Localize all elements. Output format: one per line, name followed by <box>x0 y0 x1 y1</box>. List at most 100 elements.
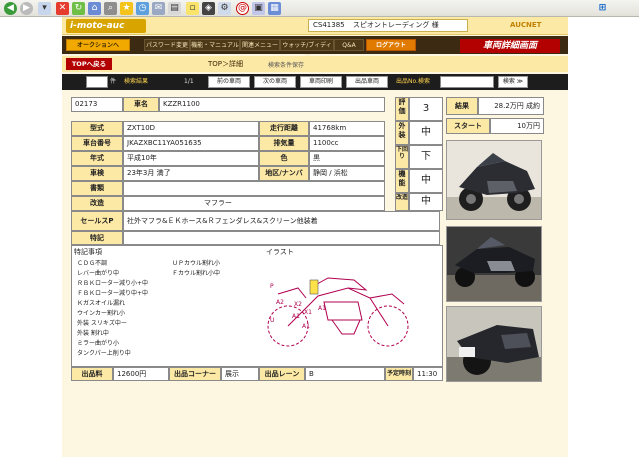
mileage-label: 走行距離 <box>259 121 309 136</box>
frame-value: JKAZXBC11YA051635 <box>123 136 259 151</box>
search-button[interactable]: 検索 ≫ <box>498 76 528 88</box>
menu-password[interactable]: パスワード変更 <box>144 39 190 51</box>
modify-value: マフラー <box>123 196 385 211</box>
menu-auction[interactable]: オークションへ <box>66 39 130 51</box>
fee-value: 12600円 <box>113 367 169 381</box>
frame-score: 下 <box>409 145 443 169</box>
search-result-link[interactable]: 検索結果 <box>124 77 148 87</box>
displacement-label: 排気量 <box>259 136 309 151</box>
remark-item: ＦＢＫローター減り中+中 <box>77 290 149 297</box>
refresh-icon[interactable]: ↻ <box>72 2 85 15</box>
back-icon[interactable]: ◀ <box>4 2 17 15</box>
menu-manual[interactable]: 機能・マニュアル <box>190 39 240 51</box>
motorcycle-side-photo <box>447 227 541 301</box>
motorcycle-photo <box>447 141 541 219</box>
damage-mark: X2 <box>294 301 302 308</box>
home-icon[interactable]: ⌂ <box>88 2 101 15</box>
corner-label: 出品コーナー <box>169 367 221 381</box>
eval-score: 3 <box>409 97 443 121</box>
selling-point-label: セールスP <box>71 211 123 231</box>
result-label: 結果 <box>446 97 478 115</box>
dropdown-icon[interactable]: ▾ <box>38 2 51 15</box>
start-label: スタート <box>446 118 490 134</box>
vehicle-photo-2[interactable] <box>446 226 542 302</box>
page-indicator: 1/1 <box>184 78 194 85</box>
documents-value <box>123 181 385 196</box>
site-logo[interactable]: i-moto-auc <box>66 19 146 33</box>
forward-icon[interactable]: ▶ <box>20 2 33 15</box>
browser-toolbar: ◀ ▶ ▾ ✕ ↻ ⌂ ⌕ ★ ◷ ✉ ▤ ▫ ◈ ⚙ @ ▣ ▦ ⊞ <box>0 0 639 17</box>
note-label: 特記 <box>71 231 123 245</box>
vehicle-photo-1[interactable] <box>446 140 542 220</box>
lane-value: B <box>305 367 385 381</box>
remark-item: ＲＢＫローター減り小+中 <box>77 280 149 287</box>
prev-vehicle-button[interactable]: 前の車両 <box>208 76 250 88</box>
damage-mark: A1 <box>318 305 326 312</box>
frame-score-label: 下回り <box>395 145 409 169</box>
messenger-icon[interactable]: ◈ <box>202 2 215 15</box>
color-label: 色 <box>259 151 309 166</box>
remark-item: ＣＤＧ不調 <box>77 260 108 267</box>
page-banner: 車両詳細画面 <box>460 39 560 53</box>
eval-label: 評価 <box>395 97 409 121</box>
print-icon[interactable]: ▤ <box>168 2 181 15</box>
region-label: 地区/ナンバ <box>259 166 309 181</box>
user-code: CS41385 <box>313 21 345 29</box>
exterior-label: 外装 <box>395 121 409 145</box>
remark-item: 外装 割れ中 <box>77 330 109 337</box>
next-vehicle-button[interactable]: 次の車両 <box>254 76 296 88</box>
vehicle-photo-3[interactable] <box>446 306 542 382</box>
damage-mark: U <box>270 317 274 324</box>
entry-no-input[interactable] <box>440 76 494 88</box>
search-icon[interactable]: ⌕ <box>104 2 117 15</box>
damage-mark: A1 <box>292 313 300 320</box>
save-condition-link[interactable]: 検索条件保存 <box>268 60 304 69</box>
print-vehicle-button[interactable]: 車両印刷 <box>300 76 342 88</box>
tools-icon[interactable]: ⚙ <box>218 2 231 15</box>
time-label: 予定時刻 <box>385 367 413 381</box>
sub-header <box>62 56 568 72</box>
mail-icon[interactable]: ✉ <box>152 2 165 15</box>
menu-watch[interactable]: ウォッチ/ブィディア <box>280 39 334 61</box>
fee-label: 出品料 <box>71 367 113 381</box>
window-icon[interactable]: ▦ <box>268 2 281 15</box>
model-value: KZZR1100 <box>159 97 385 112</box>
remark-item: タンクパー上削り中 <box>77 350 131 357</box>
displacement-value: 1100cc <box>309 136 385 151</box>
edit-icon[interactable]: ▫ <box>186 2 199 15</box>
engine-score: 中 <box>409 169 443 193</box>
motorcycle-rear-photo <box>447 307 541 381</box>
right-margin <box>568 17 639 457</box>
favorites-icon[interactable]: ★ <box>120 2 133 15</box>
count-input[interactable] <box>86 76 108 88</box>
remarks-left-list: ＣＤＧ不調 レバー曲がり中 ＲＢＫローター減り小+中 ＦＢＫローター減り中+中 … <box>77 259 148 359</box>
frame-label: 車台番号 <box>71 136 123 151</box>
documents-label: 書類 <box>71 181 123 196</box>
color-value: 黒 <box>309 151 385 166</box>
top-button[interactable]: TOPへ戻る <box>66 58 112 70</box>
type-label: 型式 <box>71 121 123 136</box>
history-icon[interactable]: ◷ <box>136 2 149 15</box>
windows-logo-icon: ⊞ <box>598 3 607 13</box>
menu-qa[interactable]: Q&A <box>334 39 364 51</box>
listing-button[interactable]: 出品車両 <box>346 76 388 88</box>
region-value: 静岡 / 浜松 <box>309 166 385 181</box>
research-icon[interactable]: ▣ <box>252 2 265 15</box>
entry-no-label: 出品No.検索 <box>396 78 430 85</box>
at-icon[interactable]: @ <box>236 2 249 15</box>
menu-related[interactable]: 関連メニュー <box>240 39 280 51</box>
mileage-value: 41768km <box>309 121 385 136</box>
time-value: 11:30 <box>413 367 443 381</box>
remarks-right-list: ＵＰカウル割れ小 Ｆカウル割れ小中 <box>172 259 220 279</box>
corner-value: 展示 <box>221 367 259 381</box>
logout-button[interactable]: ログアウト <box>366 39 416 51</box>
illustration-header: イラスト <box>266 248 294 256</box>
damage-mark: A2 <box>276 299 284 306</box>
remark-item: ウインカー割れ小 <box>77 310 126 317</box>
stop-icon[interactable]: ✕ <box>56 2 69 15</box>
damage-mark: A1 <box>302 323 310 330</box>
start-value: 10万円 <box>490 118 544 134</box>
remark-item: Ｋガスオイル漏れ <box>77 300 126 307</box>
modify-label: 改造 <box>71 196 123 211</box>
count-label: 件 <box>110 78 117 85</box>
